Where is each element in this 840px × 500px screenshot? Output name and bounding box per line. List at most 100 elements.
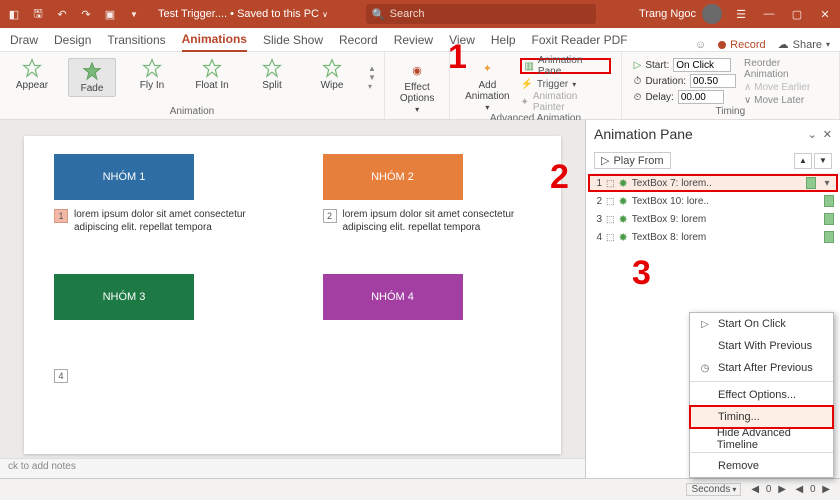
move-up-button[interactable]: ▲ — [794, 153, 812, 169]
start-select[interactable] — [673, 58, 731, 72]
add-animation-icon: ✦ — [477, 58, 497, 78]
group-timing-label: Timing — [630, 106, 831, 119]
redo-icon[interactable]: ↷ — [78, 6, 94, 22]
delay-icon: ⏲ — [634, 92, 642, 103]
user-name: Trang Ngoc — [639, 8, 696, 20]
anim-split[interactable]: Split — [248, 58, 296, 97]
rect-2[interactable]: NHÓM 2 — [323, 154, 463, 200]
item-dropdown-icon[interactable]: ▾ — [820, 178, 834, 189]
ribbon-tabs: Draw Design Transitions Animations Slide… — [0, 28, 840, 52]
tab-review[interactable]: Review — [394, 29, 433, 51]
anim-flyin[interactable]: Fly In — [128, 58, 176, 97]
anim-fade[interactable]: Fade — [68, 58, 116, 97]
tab-record[interactable]: Record — [339, 29, 378, 51]
seconds-selector[interactable]: Seconds ▾ — [686, 483, 741, 496]
effect-options-icon: ◉ — [407, 60, 427, 80]
delay-input[interactable] — [678, 90, 724, 104]
callout-1: 1 — [448, 38, 467, 77]
animation-pane: Animation Pane ⌄ ✕ ▷Play From ▲▼ 1⬚✸TextB… — [585, 120, 840, 478]
star-icon: ✸ — [619, 195, 628, 208]
share-button[interactable]: ☁ Share ▾ — [778, 38, 830, 51]
comments-icon[interactable]: ☺ — [695, 39, 706, 51]
animation-pane-button[interactable]: ▥Animation Pane — [520, 58, 610, 74]
tab-animations[interactable]: Animations — [182, 28, 247, 52]
anim-appear[interactable]: Appear — [8, 58, 56, 97]
notes-pane[interactable]: ck to add notes — [0, 458, 585, 478]
ribbon-mode-icon[interactable]: ☰ — [732, 5, 750, 23]
text-2[interactable]: lorem ipsum dolor sit amet consectetur a… — [343, 208, 532, 234]
timeline-nav[interactable]: ◀ 0 ▶ ◀ 0 ▶ — [751, 484, 830, 495]
user-account[interactable]: Trang Ngoc — [639, 4, 722, 24]
search-placeholder: Search — [390, 8, 425, 20]
ctx-start-on-click[interactable]: ▷Start On Click — [690, 313, 833, 335]
star-icon: ✸ — [619, 213, 628, 226]
callout-2: 2 — [550, 158, 569, 197]
duration-row[interactable]: ⏱Duration: — [634, 74, 736, 88]
tab-slideshow[interactable]: Slide Show — [263, 29, 323, 51]
anim-item-2[interactable]: 2⬚✸TextBox 10: lore.. — [592, 192, 834, 210]
play-from-button[interactable]: ▷Play From — [594, 152, 671, 169]
add-animation-button[interactable]: ✦ AddAnimation ▾ — [458, 54, 516, 113]
move-down-button[interactable]: ▼ — [814, 153, 832, 169]
record-button[interactable]: Record — [718, 39, 765, 51]
effect-options-button[interactable]: ◉ EffectOptions ▾ — [393, 56, 441, 115]
animation-painter-button[interactable]: ✦Animation Painter — [520, 94, 610, 110]
text-1[interactable]: lorem ipsum dolor sit amet consectetur a… — [74, 208, 263, 234]
anim-order-4[interactable]: 4 — [54, 369, 68, 383]
tab-help[interactable]: Help — [491, 29, 516, 51]
ctx-hide-timeline[interactable]: Hide Advanced Timeline — [690, 428, 833, 450]
callout-3: 3 — [632, 254, 651, 293]
duration-input[interactable] — [690, 74, 736, 88]
ctx-timing[interactable]: Timing... — [690, 406, 833, 428]
pane-icon: ▥ — [524, 61, 533, 72]
avatar — [702, 4, 722, 24]
ctx-effect-options[interactable]: Effect Options... — [690, 384, 833, 406]
tab-foxit[interactable]: Foxit Reader PDF — [532, 29, 628, 51]
block-3: NHÓM 3 4 — [54, 274, 263, 383]
rect-4[interactable]: NHÓM 4 — [323, 274, 463, 320]
duration-icon: ⏱ — [634, 76, 642, 87]
delay-row[interactable]: ⏲Delay: — [634, 90, 736, 104]
block-1: NHÓM 1 1 lorem ipsum dolor sit amet conse… — [54, 154, 263, 234]
anim-floatin[interactable]: Float In — [188, 58, 236, 97]
rect-1[interactable]: NHÓM 1 — [54, 154, 194, 200]
slide[interactable]: NHÓM 1 1 lorem ipsum dolor sit amet conse… — [24, 136, 561, 454]
anim-wipe[interactable]: Wipe — [308, 58, 356, 97]
ctx-start-with-previous[interactable]: Start With Previous — [690, 335, 833, 357]
statusbar: Seconds ▾ ◀ 0 ▶ ◀ 0 ▶ — [0, 478, 840, 500]
anim-order-2[interactable]: 2 — [323, 209, 337, 223]
slide-area: NHÓM 1 1 lorem ipsum dolor sit amet conse… — [0, 120, 585, 478]
pane-title: Animation Pane — [594, 126, 693, 142]
ctx-start-after-previous[interactable]: ◷Start After Previous — [690, 357, 833, 379]
qat-dropdown-icon[interactable]: ▼ — [126, 6, 142, 22]
autosave-icon[interactable]: ◧ — [6, 6, 22, 22]
anim-item-4[interactable]: 4⬚✸TextBox 8: lorem — [592, 228, 834, 246]
minimize-icon[interactable]: — — [760, 5, 778, 23]
start-row[interactable]: ▷Start: — [634, 58, 736, 72]
tab-design[interactable]: Design — [54, 29, 91, 51]
undo-icon[interactable]: ↶ — [54, 6, 70, 22]
present-icon[interactable]: ▣ — [102, 6, 118, 22]
close-icon[interactable]: ✕ — [816, 5, 834, 23]
move-later-button[interactable]: ∨ Move Later — [744, 95, 823, 106]
maximize-icon[interactable]: ▢ — [788, 5, 806, 23]
ctx-remove[interactable]: Remove — [690, 455, 833, 477]
tab-transitions[interactable]: Transitions — [107, 29, 165, 51]
animation-gallery[interactable]: Appear Fade Fly In Float In Split Wipe ▲… — [8, 54, 376, 97]
quick-access: ◧ 🖫 ↶ ↷ ▣ ▼ Test Trigger.... • Saved to … — [6, 6, 328, 22]
star-icon: ✸ — [619, 177, 628, 190]
pane-close-icon[interactable]: ✕ — [823, 128, 832, 141]
play-icon: ▷ — [634, 60, 642, 71]
search-box[interactable]: 🔍 Search — [366, 4, 596, 24]
tab-draw[interactable]: Draw — [10, 29, 38, 51]
anim-item-3[interactable]: 3⬚✸TextBox 9: lorem — [592, 210, 834, 228]
gallery-more-icon[interactable]: ▲▼▾ — [368, 58, 376, 97]
anim-item-1[interactable]: 1⬚✸TextBox 7: lorem..▾ — [588, 174, 838, 192]
block-4: NHÓM 4 — [323, 274, 532, 383]
trigger-button[interactable]: ⚡Trigger ▾ — [520, 76, 610, 92]
save-icon[interactable]: 🖫 — [30, 6, 46, 22]
rect-3[interactable]: NHÓM 3 — [54, 274, 194, 320]
pane-options-icon[interactable]: ⌄ — [808, 128, 817, 141]
block-2: NHÓM 2 2 lorem ipsum dolor sit amet conse… — [323, 154, 532, 234]
anim-order-1[interactable]: 1 — [54, 209, 68, 223]
